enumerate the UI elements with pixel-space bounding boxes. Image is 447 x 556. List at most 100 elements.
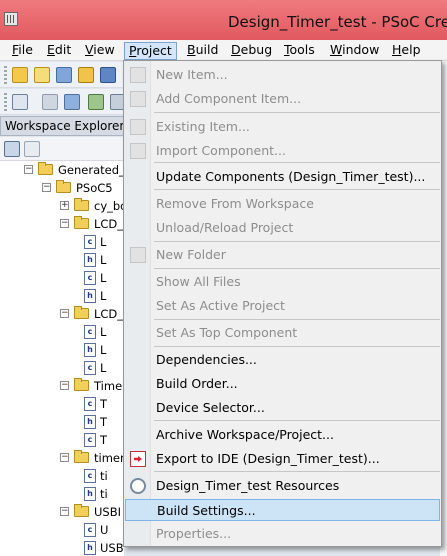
menu-item-properties[interactable]: Properties...	[125, 523, 440, 545]
expander-icon[interactable]: +	[60, 201, 69, 210]
toolbar-grip-2[interactable]	[4, 93, 7, 111]
expander-icon[interactable]: −	[60, 219, 69, 228]
h-file-icon: h	[84, 415, 96, 429]
add-item-icon[interactable]	[56, 67, 72, 83]
tree-item-label: T	[100, 415, 108, 429]
menu-separator	[154, 420, 440, 421]
menu-item-set-as-active-project[interactable]: Set As Active Project	[125, 295, 440, 317]
app-icon[interactable]	[4, 12, 18, 26]
tree-item-label: U	[100, 523, 109, 537]
new-project-icon[interactable]	[12, 67, 28, 83]
menu-item-dependencies[interactable]: Dependencies...	[125, 349, 440, 371]
tree-folder[interactable]: − timer	[0, 449, 124, 467]
menu-file[interactable]: File	[8, 42, 37, 60]
expander-icon[interactable]: −	[60, 309, 69, 318]
menu-view[interactable]: View	[81, 42, 119, 60]
menu-item-label: Add Component Item...	[156, 91, 302, 106]
cut-icon[interactable]	[42, 94, 58, 110]
menu-tools[interactable]: Tools	[280, 42, 319, 60]
tree-file[interactable]: hT	[0, 413, 124, 431]
c-file-icon: c	[84, 235, 96, 249]
expander-icon[interactable]: −	[60, 453, 69, 462]
tree-file[interactable]: c ti	[0, 467, 124, 485]
add-icon[interactable]	[88, 94, 104, 110]
tree-file[interactable]: h ti	[0, 485, 124, 503]
open-folder-icon[interactable]	[78, 67, 94, 83]
menu-item-build-order[interactable]: Build Order...	[125, 373, 440, 395]
tree-file[interactable]: hL	[0, 341, 124, 359]
menu-item-new-item[interactable]: New Item...	[125, 64, 440, 86]
expander-icon[interactable]: −	[42, 183, 51, 192]
tree-folder[interactable]: + cy_bo	[0, 197, 124, 215]
tree-file[interactable]: hL	[0, 251, 124, 269]
tree-folder[interactable]: − LCD_	[0, 215, 124, 233]
expander-icon[interactable]: −	[60, 381, 69, 390]
grid-icon[interactable]	[12, 94, 28, 110]
stack-icon[interactable]	[64, 94, 80, 110]
tree-file[interactable]: cL	[0, 323, 124, 341]
tree-folder[interactable]: − Time	[0, 377, 124, 395]
menu-item-archive-workspace[interactable]: Archive Workspace/Project...	[125, 424, 440, 446]
menu-item-label: Device Selector...	[156, 400, 265, 415]
menu-separator	[154, 112, 440, 113]
title-bar: Design_Timer_test - PSoC Cre	[0, 0, 447, 40]
menu-item-update-components[interactable]: Update Components (Design_Timer_test)...	[125, 166, 440, 188]
menu-item-import-component[interactable]: Import Component...	[125, 140, 440, 162]
menu-item-existing-item[interactable]: Existing Item...	[125, 116, 440, 138]
menu-item-add-component-item[interactable]: Add Component Item...	[125, 88, 440, 110]
menu-item-export-to-ide[interactable]: Export to IDE (Design_Timer_test)...	[125, 448, 440, 470]
tree-folder[interactable]: − PSoC5	[0, 179, 124, 197]
menu-item-remove-from-workspace[interactable]: Remove From Workspace	[125, 193, 440, 215]
menu-item-label: New Folder	[156, 247, 226, 262]
expander-icon[interactable]: −	[24, 165, 33, 174]
menu-project[interactable]: Project	[124, 42, 177, 60]
tree-view-icon[interactable]	[4, 141, 20, 157]
tree-file[interactable]: h USBUART_h	[0, 539, 124, 556]
expander-icon[interactable]: −	[60, 507, 69, 516]
menu-item-design-resources[interactable]: Design_Timer_test Resources	[125, 475, 440, 497]
menu-help[interactable]: Help	[388, 42, 425, 60]
menu-item-label: New Item...	[156, 67, 228, 82]
menu-item-set-as-top-component[interactable]: Set As Top Component	[125, 322, 440, 344]
tree-item-label: PSoC5	[76, 181, 113, 195]
menu-build[interactable]: Build	[183, 42, 222, 60]
tree-item-label: Generated_S	[58, 163, 124, 177]
toolbar-grip[interactable]	[4, 66, 7, 84]
new-file-icon[interactable]	[34, 67, 50, 83]
tree-file[interactable]: cT	[0, 431, 124, 449]
menu-item-show-all-files[interactable]: Show All Files	[125, 271, 440, 293]
tree-item-label: L	[100, 343, 107, 357]
file-view-icon[interactable]	[24, 141, 40, 157]
save-icon[interactable]	[100, 67, 116, 83]
tree-item-label: T	[100, 397, 108, 411]
tree-folder[interactable]: − USBI	[0, 503, 124, 521]
tree-item-label: L	[100, 253, 107, 267]
tree-file[interactable]: cT	[0, 395, 124, 413]
menu-item-label: Build Order...	[156, 376, 238, 391]
tree-file[interactable]: cL	[0, 359, 124, 377]
folder-icon	[74, 198, 89, 211]
menu-edit[interactable]: Edit	[43, 42, 75, 60]
tree-item-label: LCD_	[94, 217, 124, 231]
add-component-icon	[130, 91, 146, 107]
tree-file[interactable]: cL	[0, 269, 124, 287]
project-menu-dropdown: New Item... Add Component Item... Existing…	[123, 60, 442, 547]
tree-folder[interactable]: − LCD_	[0, 305, 124, 323]
menu-item-new-folder[interactable]: New Folder	[125, 244, 440, 266]
tree-file[interactable]: cU	[0, 521, 124, 539]
c-file-icon: c	[84, 433, 96, 447]
menu-item-device-selector[interactable]: Device Selector...	[125, 397, 440, 419]
menu-item-unload-reload-project[interactable]: Unload/Reload Project	[125, 217, 440, 239]
menu-item-build-settings[interactable]: Build Settings...	[125, 499, 440, 521]
workspace-toolbar	[0, 137, 124, 161]
menu-window[interactable]: Window	[326, 42, 383, 60]
folder-icon	[74, 378, 89, 391]
h-file-icon: h	[84, 289, 96, 303]
tree-item-label: L	[100, 289, 107, 303]
tree-file[interactable]: cL	[0, 233, 124, 251]
workspace-explorer-header[interactable]: Workspace Explorer	[0, 116, 124, 136]
menu-debug[interactable]: Debug	[227, 42, 276, 60]
tree-folder[interactable]: − Generated_S	[0, 161, 124, 179]
menu-item-label: Properties...	[156, 526, 232, 541]
tree-file[interactable]: hL	[0, 287, 124, 305]
